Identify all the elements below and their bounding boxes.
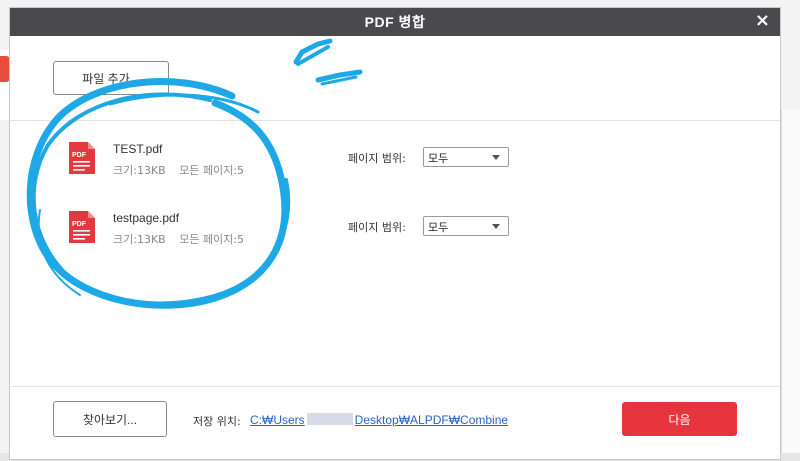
list-top-divider	[10, 120, 780, 121]
file-list-item[interactable]: PDF testpage.pdf 크기:13KB 모든 페이지:5 페이지 범위…	[65, 209, 765, 259]
file-size: 크기:13KB	[113, 164, 166, 177]
add-file-button[interactable]: 파일 추가...	[53, 61, 169, 95]
save-path-end: Desktop₩ALPDF₩Combine	[354, 413, 509, 427]
page-range-label: 페이지 범위:	[348, 221, 406, 234]
chevron-down-icon	[492, 224, 500, 229]
svg-text:PDF: PDF	[72, 221, 87, 228]
page-range-select[interactable]: 모두	[423, 147, 509, 167]
page-range-label: 페이지 범위:	[348, 152, 406, 165]
file-list-item[interactable]: PDF TEST.pdf 크기:13KB 모든 페이지:5 페이지 범위: 모두	[65, 140, 765, 190]
file-size: 크기:13KB	[113, 233, 166, 246]
file-page-count: 모든 페이지:5	[179, 233, 245, 246]
dialog-title: PDF 병합	[364, 14, 426, 30]
pdf-merge-dialog: PDF 병합 × 파일 추가... PDF TEST.pdf 크기:13KB 모…	[10, 8, 780, 459]
chevron-down-icon	[492, 155, 500, 160]
pdf-file-icon: PDF	[69, 211, 95, 243]
save-location-link[interactable]: C:₩Users Desktop₩ALPDF₩Combine	[250, 413, 508, 427]
page-range-select[interactable]: 모두	[423, 216, 509, 236]
save-path-start: C:₩Users	[250, 413, 305, 427]
file-name: testpage.pdf	[113, 211, 180, 225]
browse-button[interactable]: 찾아보기...	[53, 401, 167, 437]
pdf-file-icon: PDF	[69, 142, 95, 174]
next-button[interactable]: 다음	[622, 402, 737, 436]
file-name: TEST.pdf	[113, 142, 163, 156]
file-meta: 크기:13KB 모든 페이지:5	[113, 231, 254, 247]
redacted-username	[306, 413, 353, 425]
file-meta: 크기:13KB 모든 페이지:5	[113, 162, 254, 178]
background-app-icon	[0, 56, 10, 82]
svg-text:PDF: PDF	[72, 152, 87, 159]
page-range-value: 모두	[428, 221, 449, 234]
file-page-count: 모든 페이지:5	[179, 164, 245, 177]
background-side-panel	[781, 110, 800, 461]
dialog-titlebar: PDF 병합 ×	[10, 8, 780, 36]
page-range-value: 모두	[428, 152, 449, 165]
save-location-label: 저장 위치:	[193, 415, 241, 428]
footer-divider	[10, 386, 780, 387]
close-icon[interactable]: ×	[755, 11, 770, 31]
